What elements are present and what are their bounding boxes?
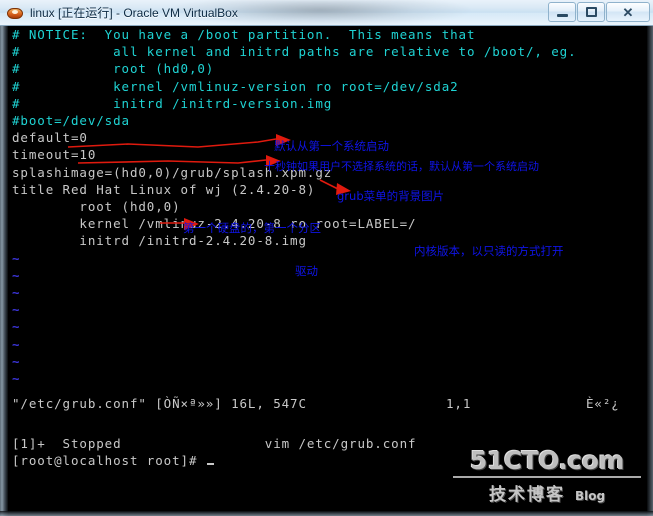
vim-tilde-line: ~ xyxy=(12,285,21,300)
vm-screen[interactable]: # NOTICE: You have a /boot partition. Th… xyxy=(0,26,653,516)
annotation-kernel-note: 内核版本，以只读的方式打开 xyxy=(414,244,564,258)
window-titlebar[interactable]: linux [正在运行] - Oracle VM VirtualBox ✕ xyxy=(0,0,653,26)
virtualbox-icon xyxy=(7,5,23,21)
terminal-line-2: # root (hd0,0) xyxy=(12,61,215,77)
terminal-line-9: title Red Hat Linux of wj (2.4.20-8) xyxy=(12,181,316,197)
terminal-line-0: # NOTICE: You have a /boot partition. Th… xyxy=(12,27,476,42)
terminal-line-5: #boot=/dev/sda xyxy=(12,113,130,128)
terminal-line-6: default=0 xyxy=(12,130,88,146)
terminal-line-10: root (hd0,0) xyxy=(12,199,181,214)
maximize-icon xyxy=(585,7,597,17)
annotation-root-note: 第一个硬盘的，第一个分区 xyxy=(183,221,321,235)
minimize-icon xyxy=(556,14,568,17)
vim-status-line: "/etc/grub.conf" [ÒÑ×ª»»] 16L, 547C xyxy=(12,395,307,411)
vim-tilde-line: ~ xyxy=(12,267,21,283)
vim-cursor-position: 1,1 xyxy=(446,395,472,411)
annotation-timeout-note: 十秒钟如果用户不选择系统的话，默认从第一个系统启动 xyxy=(264,160,539,173)
close-button[interactable]: ✕ xyxy=(606,2,650,22)
close-icon: ✕ xyxy=(622,4,634,20)
terminal-line-1: # all kernel and initrd paths are relati… xyxy=(12,44,577,60)
window-title: linux [正在运行] - Oracle VM VirtualBox xyxy=(30,6,238,20)
minimize-button[interactable] xyxy=(548,2,576,22)
vm-window-left-edge xyxy=(0,26,8,516)
shell-cursor xyxy=(206,462,214,465)
virtualbox-window: linux [正在运行] - Oracle VM VirtualBox ✕ # … xyxy=(0,0,653,516)
terminal-line-7: timeout=10 xyxy=(12,147,97,163)
terminal-line-4: # initrd /initrd-version.img xyxy=(12,95,333,111)
vim-tilde-line: ~ xyxy=(12,319,21,335)
annotation-initrd-note: 驱动 xyxy=(295,264,318,278)
vim-tilde-line: ~ xyxy=(12,353,21,369)
annotation-default-note: 默认从第一个系统启动 xyxy=(274,139,389,153)
vim-tilde-line: ~ xyxy=(12,371,21,386)
window-controls: ✕ xyxy=(547,2,650,22)
vim-tilde-line: ~ xyxy=(12,336,21,352)
vim-tilde-line: ~ xyxy=(12,250,21,266)
vim-tilde-line: ~ xyxy=(12,302,21,318)
terminal-line-12: initrd /initrd-2.4.20-8.img xyxy=(12,233,307,249)
terminal-screen: # NOTICE: You have a /boot partition. Th… xyxy=(8,26,648,516)
terminal-line-3: # kernel /vmlinuz-version ro root=/dev/s… xyxy=(12,78,459,94)
shell-prompt: [root@localhost root]# xyxy=(12,453,214,468)
maximize-button[interactable] xyxy=(577,2,605,22)
annotation-splashimage-note: grub菜单的背景图片 xyxy=(337,189,445,203)
shell-job-line: [1]+ Stopped vim /etc/grub.conf xyxy=(12,435,417,451)
vim-scroll-indicator: È«²¿ xyxy=(586,395,620,411)
